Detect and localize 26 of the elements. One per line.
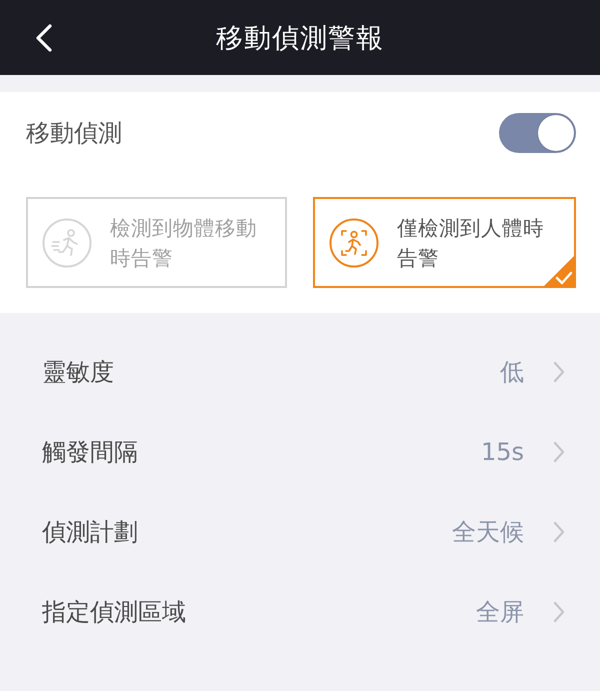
running-person-icon bbox=[42, 218, 92, 268]
setting-value: 全屏 bbox=[476, 597, 524, 628]
setting-value: 低 bbox=[500, 357, 524, 388]
page-title: 移動偵測警報 bbox=[216, 22, 384, 56]
setting-label: 偵測計劃 bbox=[42, 517, 138, 548]
setting-label: 觸發間隔 bbox=[42, 437, 138, 468]
chevron-right-icon bbox=[553, 441, 565, 463]
back-icon bbox=[36, 24, 52, 52]
settings-row[interactable]: 指定偵測區域 全屏 bbox=[0, 572, 600, 652]
checkmark-icon bbox=[544, 256, 574, 286]
chevron-right-icon bbox=[553, 521, 565, 543]
toggle-switch[interactable] bbox=[499, 113, 576, 153]
toggle-label: 移動偵測 bbox=[26, 118, 122, 149]
setting-label: 指定偵測區域 bbox=[42, 597, 186, 628]
setting-value: 全天候 bbox=[452, 517, 524, 548]
settings-row[interactable]: 偵測計劃 全天候 bbox=[0, 492, 600, 572]
option-label: 檢測到物體移動時告警 bbox=[110, 214, 258, 272]
person-frame-icon bbox=[329, 218, 379, 268]
setting-label: 靈敏度 bbox=[42, 357, 114, 388]
settings-row[interactable]: 觸發間隔 15s bbox=[0, 412, 600, 492]
setting-value: 15s bbox=[480, 438, 524, 466]
alert-mode-option[interactable]: 僅檢測到人體時告警 bbox=[313, 197, 576, 288]
chevron-right-icon bbox=[553, 601, 565, 623]
chevron-right-icon bbox=[553, 361, 565, 383]
option-label: 僅檢測到人體時告警 bbox=[397, 214, 545, 272]
settings-row[interactable]: 靈敏度 低 bbox=[0, 332, 600, 412]
